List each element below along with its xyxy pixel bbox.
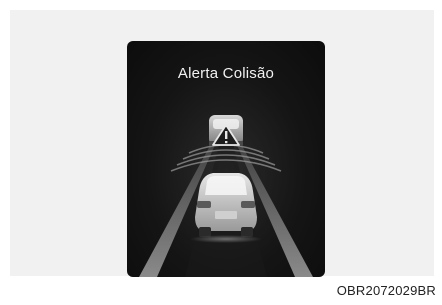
figure-code: OBR2072029BR <box>336 283 436 298</box>
instrument-cluster-display: Alerta Colisão <box>127 41 325 277</box>
driving-scene <box>139 115 313 277</box>
